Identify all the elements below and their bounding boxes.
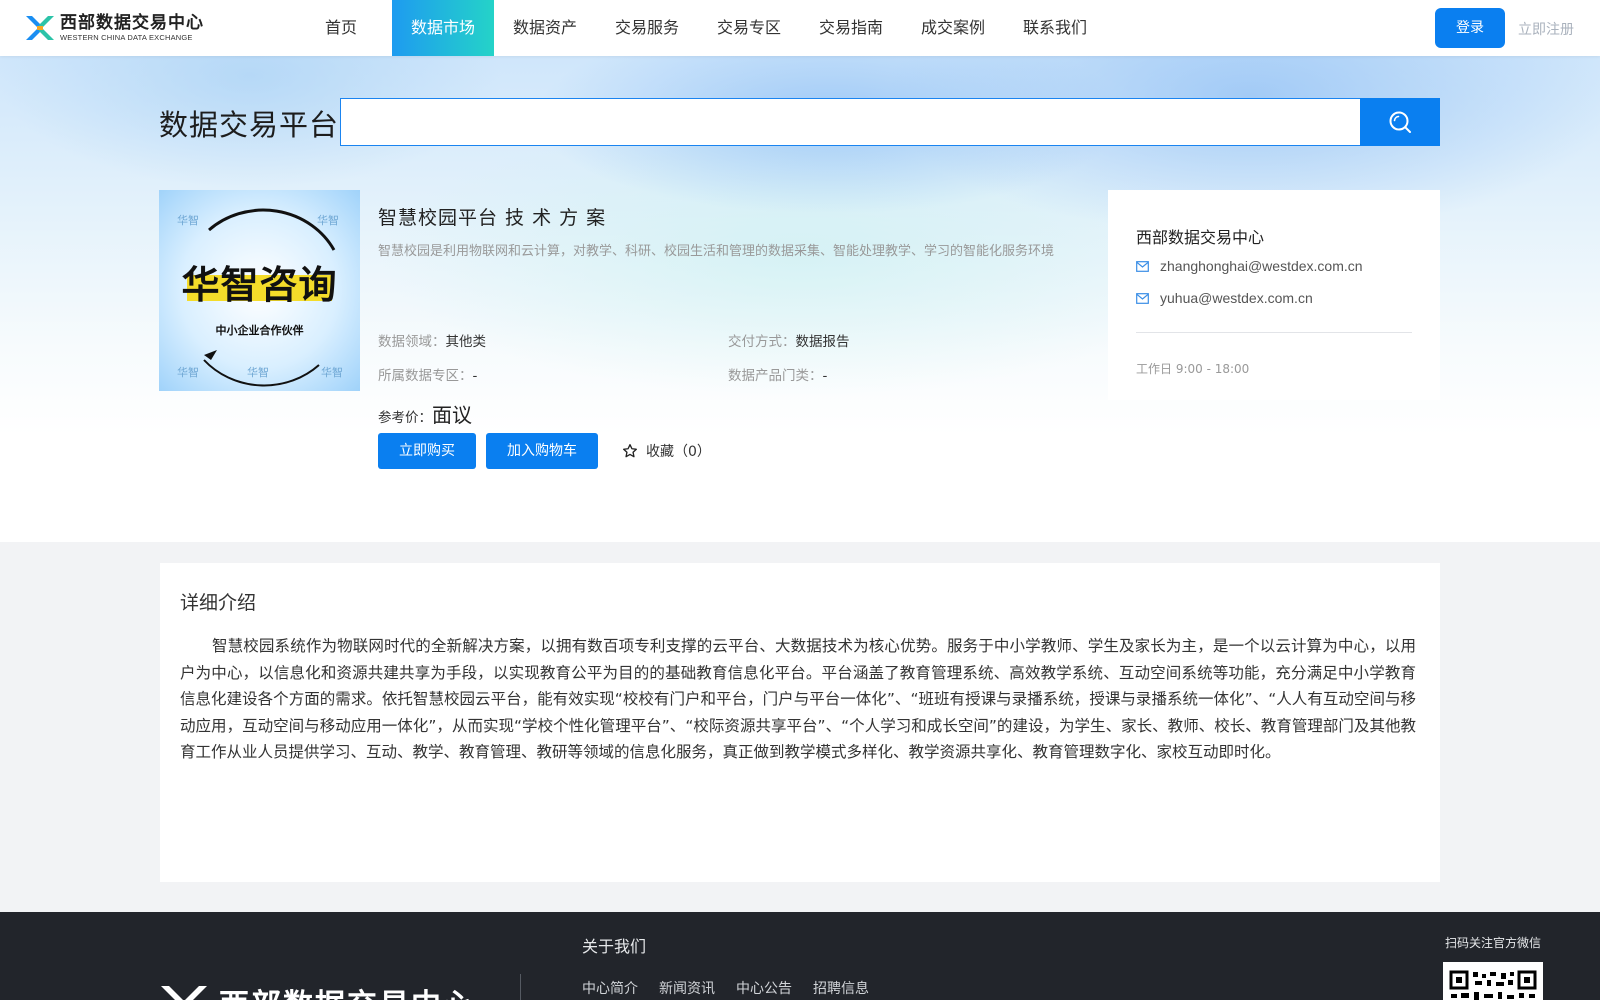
detail-title: 详细介绍 [180,592,257,614]
attr-domain: 数据领域：其他类 [378,330,486,350]
site-logo[interactable]: 西部数据交易中心 WESTERN CHINA DATA EXCHANGE [24,12,204,44]
footer-logo[interactable]: 西部数据交易中心 [159,980,475,1000]
svg-text:华智: 华智 [247,365,269,379]
favorite-label: 收藏（0） [646,444,711,460]
svg-text:华智: 华智 [177,213,199,227]
search-icon [1389,111,1411,133]
nav-trade-guide[interactable]: 交易指南 [800,0,902,56]
attr-category-value: - [822,368,828,384]
footer-about-heading: 关于我们 [582,937,647,956]
star-icon [623,444,637,458]
footer-logo-icon [161,986,207,1000]
nav-data-assets[interactable]: 数据资产 [494,0,596,56]
price-value: 面议 [432,403,472,427]
svg-text:华智: 华智 [317,213,339,227]
search-button[interactable] [1360,98,1440,146]
contact-card: 西部数据交易中心 zhanghonghai@westdex.com.cn yuh… [1108,190,1440,400]
qr-code-icon [1449,970,1537,1000]
contact-email-2[interactable]: yuhua@westdex.com.cn [1160,290,1313,306]
detail-body: 智慧校园系统作为物联网时代的全新解决方案，以拥有数百项专利支撑的云平台、大数据技… [180,637,1416,762]
contact-title: 西部数据交易中心 [1136,228,1265,247]
attr-category-label: 数据产品门类： [728,368,823,384]
nav-trade-zone[interactable]: 交易专区 [698,0,800,56]
attr-zone-value: - [472,368,478,384]
footer-link-intro[interactable]: 中心简介 [582,978,638,998]
contact-hours: 工作日 9:00 - 18:00 [1136,362,1250,376]
price: 参考价：面议 [378,399,472,428]
attr-zone-label: 所属数据专区： [378,368,473,384]
page-title: 数据交易平台 [159,108,340,142]
footer-divider [520,974,521,1000]
contact-email-row-1: zhanghonghai@westdex.com.cn [1136,258,1363,274]
attr-delivery-label: 交付方式： [728,334,796,350]
buy-now-button[interactable]: 立即购买 [378,433,476,469]
nav-contact[interactable]: 联系我们 [1004,0,1106,56]
svg-text:华智: 华智 [321,365,343,379]
qr-label: 扫码关注官方微信 [1445,936,1542,950]
footer: 西部数据交易中心 关于我们 中心简介 新闻资讯 中心公告 招聘信息 扫码关注官方… [0,912,1600,1000]
footer-link-notices[interactable]: 中心公告 [736,978,792,998]
logo-en-text: WESTERN CHINA DATA EXCHANGE [60,32,193,42]
favorite-button[interactable]: 收藏（0） [622,441,711,461]
product-image-main-text: 华智咨询 [181,263,338,307]
attr-delivery: 交付方式：数据报告 [728,330,850,350]
attr-zone: 所属数据专区：- [378,364,477,384]
price-label: 参考价： [378,410,432,426]
contact-divider [1136,332,1412,333]
footer-logo-text: 西部数据交易中心 [219,980,475,1000]
footer-link-jobs[interactable]: 招聘信息 [813,978,869,998]
attr-domain-label: 数据领域： [378,334,446,350]
nav-data-market[interactable]: 数据市场 [392,0,494,56]
nav-trade-services[interactable]: 交易服务 [596,0,698,56]
contact-email-row-2: yuhua@westdex.com.cn [1136,290,1313,306]
search-input[interactable] [340,98,1361,146]
attr-delivery-value: 数据报告 [795,334,850,350]
contact-email-1[interactable]: zhanghonghai@westdex.com.cn [1160,258,1363,274]
svg-text:华智: 华智 [177,365,199,379]
product-image-sub-text: 中小企业合作伙伴 [215,324,304,337]
login-button[interactable]: 登录 [1435,8,1505,48]
product-description: 智慧校园是利用物联网和云计算，对教学、科研、校园生活和管理的数据采集、智能处理教… [378,244,1055,259]
mail-icon [1136,260,1149,272]
register-link[interactable]: 立即注册 [1518,19,1574,39]
wechat-qr-code [1443,962,1543,1000]
detail-section: 详细介绍 智慧校园系统作为物联网时代的全新解决方案，以拥有数百项专利支撑的云平台… [160,563,1440,882]
nav-cases[interactable]: 成交案例 [902,0,1004,56]
attr-category: 数据产品门类：- [728,364,827,384]
footer-link-news[interactable]: 新闻资讯 [659,978,715,998]
product-title: 智慧校园平台 技 术 方 案 [378,207,607,229]
footer-links: 中心简介 新闻资讯 中心公告 招聘信息 [582,978,890,998]
main-nav: 首页 数据市场 数据资产 交易服务 交易专区 交易指南 成交案例 联系我们 [290,0,1106,56]
nav-home[interactable]: 首页 [290,0,392,56]
add-to-cart-button[interactable]: 加入购物车 [486,433,598,469]
logo-cn-text: 西部数据交易中心 [60,12,204,33]
logo-icon [26,16,54,40]
product-image: 华智 华智 华智 华智 华智 华智咨询 中小企业合作伙伴 [159,190,360,391]
top-header: 西部数据交易中心 WESTERN CHINA DATA EXCHANGE 首页 … [0,0,1600,56]
mail-icon [1136,292,1149,304]
attr-domain-value: 其他类 [445,334,487,350]
